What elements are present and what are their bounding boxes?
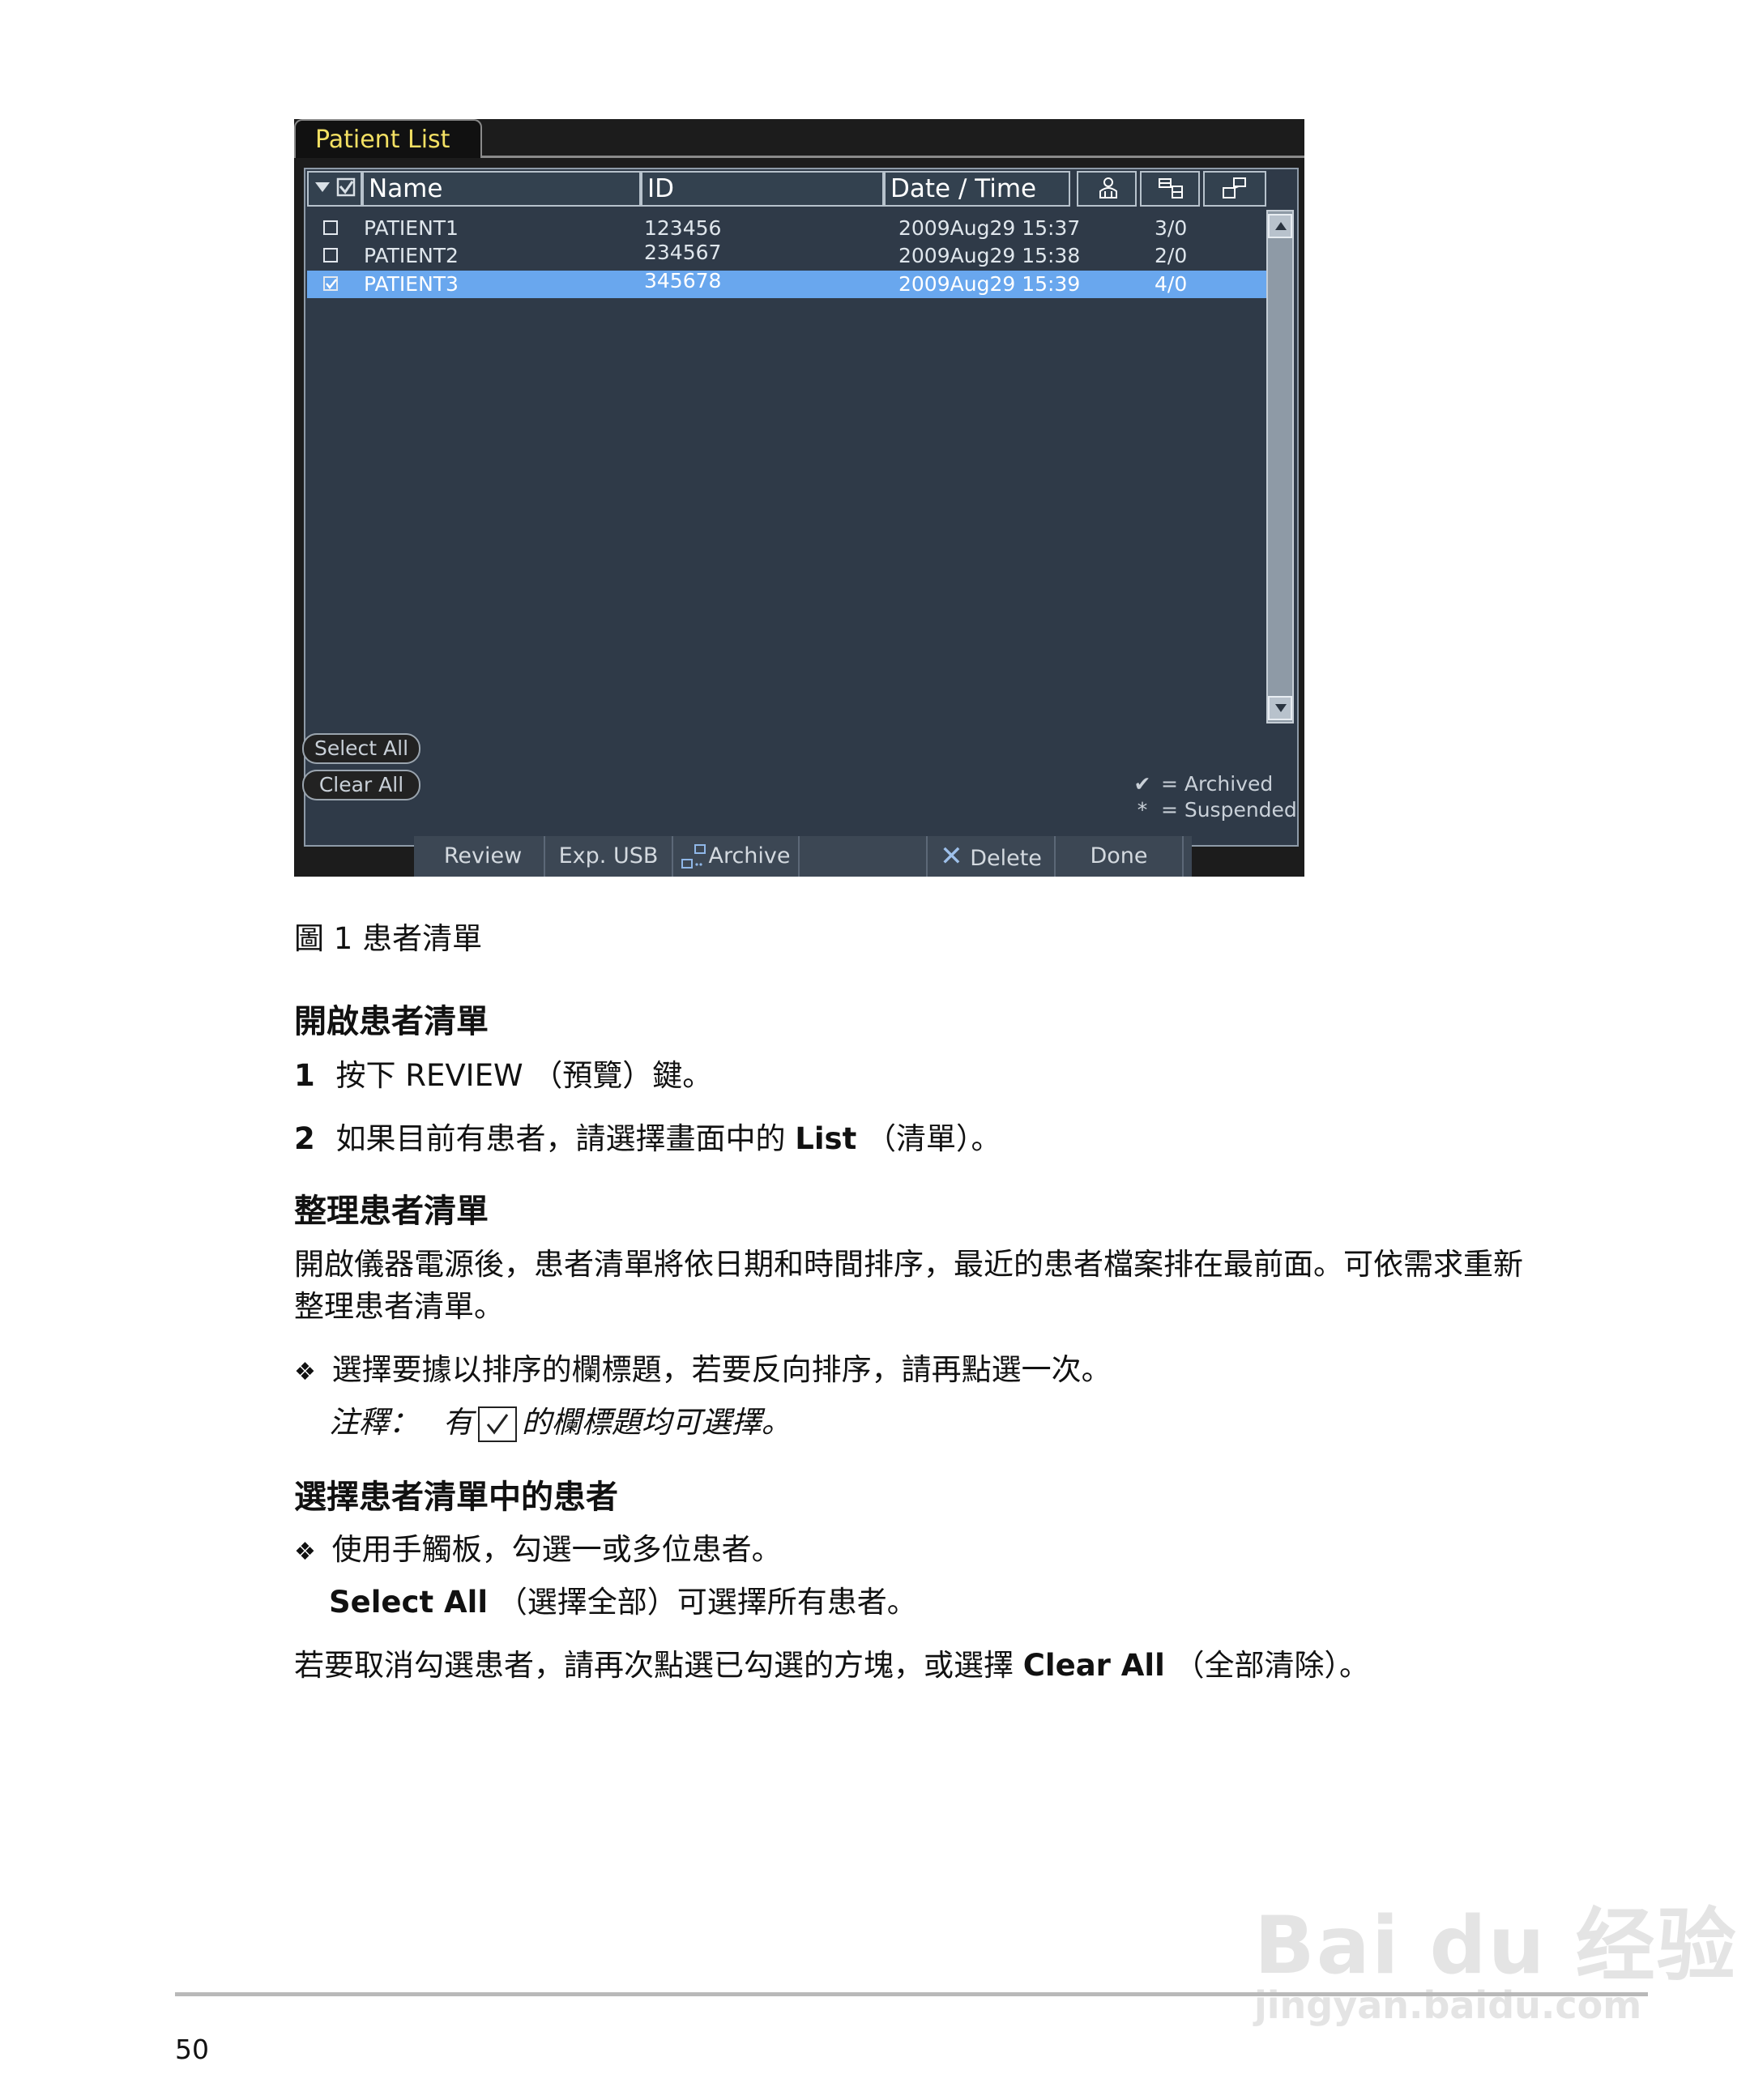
sort-bullet-text: 選擇要據以排序的欄標題，若要反向排序，請再點選一次。	[331, 1352, 1112, 1387]
note-label: 注釋：	[329, 1405, 419, 1440]
clear-paragraph: 若要取消勾選患者，請再次點選已勾選的方塊，或選擇 Clear All （全部清除…	[294, 1641, 1369, 1684]
patient-list-screenshot: Patient List Name ID Date / Time PATIENT…	[294, 119, 1304, 877]
legend-archived-label: = Archived	[1160, 772, 1274, 796]
clear-bold: Clear All	[1022, 1648, 1165, 1683]
note-pre: 有	[442, 1405, 473, 1440]
step-1-number: 1	[294, 1058, 315, 1093]
checkbox-icon	[477, 1406, 517, 1442]
column-header-archive[interactable]	[1203, 171, 1266, 207]
diamond-bullet-icon: ❖	[294, 1538, 316, 1566]
sort-bullet: ❖ 選擇要據以排序的欄標題，若要反向排序，請再點選一次。	[294, 1345, 1112, 1389]
sort-note: 注釋： 有 的欄標題均可選擇。	[329, 1398, 792, 1442]
delete-x-icon: ✕	[940, 840, 963, 873]
archive-column-icon	[1223, 177, 1246, 198]
column-header-name[interactable]: Name	[362, 171, 641, 207]
row-name: PATIENT3	[364, 272, 459, 296]
row-count: 2/0	[1155, 244, 1188, 267]
scroll-down-button[interactable]	[1268, 696, 1292, 720]
page-number: 50	[175, 2034, 209, 2065]
column-id-label: ID	[647, 174, 675, 203]
scroll-up-button[interactable]	[1268, 214, 1292, 238]
row-checkbox-checked[interactable]	[323, 276, 338, 291]
row-id: 234567	[644, 241, 722, 264]
scrollbar-track[interactable]	[1266, 210, 1294, 723]
legend-suspended-label: = Suspended	[1160, 798, 1297, 822]
row-date: 2009Aug29 15:37	[898, 216, 1081, 240]
select-column-header[interactable]	[307, 171, 362, 207]
archive-button[interactable]: Archive	[673, 836, 800, 877]
exam-icon	[1159, 178, 1183, 198]
step-1-text: 按下 REVIEW （預覽）鍵。	[335, 1058, 713, 1093]
column-header-exams[interactable]	[1140, 171, 1200, 207]
review-button[interactable]: Review	[422, 836, 545, 877]
column-header-patient[interactable]	[1077, 171, 1137, 207]
baidu-watermark-url: jingyan.baidu.com	[1254, 1983, 1642, 2027]
select-all-text: （選擇全部）可選擇所有患者。	[488, 1585, 917, 1620]
footer-rule	[175, 1992, 1648, 1996]
check-icon	[326, 279, 337, 289]
step-2: 2 如果目前有患者，請選擇畫面中的 List （清單）。	[294, 1114, 1001, 1158]
step-2-post: （清單）。	[856, 1121, 1001, 1156]
row-count: 3/0	[1155, 216, 1188, 240]
row-checkbox[interactable]	[323, 220, 338, 235]
btnbar-spacer	[414, 836, 422, 877]
row-name: PATIENT2	[364, 244, 459, 267]
empty-button-slot	[800, 836, 928, 877]
clear-pre: 若要取消勾選患者，請再次點選已勾選的方塊，或選擇	[294, 1648, 1023, 1683]
delete-button[interactable]: ✕ Delete	[928, 836, 1056, 877]
select-all-note: Select All （選擇全部）可選擇所有患者。	[329, 1577, 917, 1621]
section-title-open-list: 開啟患者清單	[294, 1003, 489, 1040]
suspended-star-icon: *	[1137, 798, 1148, 822]
select-bullet-text: 使用手觸板，勾選一或多位患者。	[331, 1532, 782, 1567]
row-checkbox[interactable]	[323, 248, 338, 262]
done-button[interactable]: Done	[1056, 836, 1184, 877]
arrow-up-icon	[1275, 222, 1287, 230]
baidu-watermark-logo: Bai du 经验	[1254, 1900, 1738, 1992]
row-date: 2009Aug29 15:39	[898, 272, 1081, 296]
select-bullet: ❖ 使用手觸板，勾選一或多位患者。	[294, 1525, 782, 1569]
legend-archived: ✔ = Archived	[1130, 772, 1274, 796]
table-row-selected[interactable]: PATIENT3 345678 2009Aug29 15:39 4/0	[307, 269, 1268, 298]
tab-patient-list[interactable]: Patient List	[294, 119, 482, 158]
patient-icon	[1099, 177, 1117, 198]
action-button-bar: Review Exp. USB Archive ✕ Delete Done	[414, 836, 1192, 877]
row-count: 4/0	[1155, 272, 1188, 296]
archive-icon	[681, 843, 706, 869]
figure-caption: 圖 1 患者清單	[294, 921, 483, 956]
exp-usb-button[interactable]: Exp. USB	[545, 836, 673, 877]
archive-label: Archive	[708, 843, 791, 869]
row-name: PATIENT1	[364, 216, 459, 240]
row-id: 123456	[644, 216, 722, 240]
table-row[interactable]: PATIENT1 123456 2009Aug29 15:37 3/0	[307, 215, 1268, 242]
arrow-down-icon	[1275, 704, 1287, 712]
table-row[interactable]: PATIENT2 234567 2009Aug29 15:38 2/0	[307, 241, 1268, 270]
sort-paragraph-line2: 整理患者清單。	[294, 1289, 504, 1324]
row-date: 2009Aug29 15:38	[898, 244, 1081, 267]
column-name-label: Name	[369, 174, 443, 203]
diamond-bullet-icon: ❖	[294, 1358, 316, 1386]
select-all-bold: Select All	[329, 1585, 489, 1620]
sort-select-icon	[315, 177, 356, 197]
delete-label: Delete	[970, 846, 1042, 871]
step-2-number: 2	[294, 1121, 315, 1156]
step-1: 1 按下 REVIEW （預覽）鍵。	[294, 1051, 712, 1095]
archived-check-icon: ✔	[1133, 772, 1151, 796]
section-title-sort-list: 整理患者清單	[294, 1193, 489, 1230]
step-2-bold: List	[795, 1121, 857, 1156]
row-id: 345678	[644, 269, 722, 292]
column-header-date-time[interactable]: Date / Time	[884, 171, 1070, 207]
tab-title: Patient List	[315, 126, 450, 154]
step-2-text: 如果目前有患者，請選擇畫面中的	[335, 1121, 796, 1156]
tab-divider	[482, 156, 1304, 158]
clear-all-button[interactable]: Clear All	[302, 770, 420, 800]
note-post: 的欄標題均可選擇。	[521, 1405, 792, 1440]
legend-suspended: * = Suspended	[1130, 798, 1297, 822]
column-date-label: Date / Time	[890, 174, 1037, 203]
clear-post: （全部清除）。	[1164, 1648, 1370, 1683]
sort-paragraph-line1: 開啟儀器電源後，患者清單將依日期和時間排序，最近的患者檔案排在最前面。可依需求重…	[294, 1247, 1523, 1282]
select-all-button[interactable]: Select All	[302, 733, 420, 764]
section-title-select-patients: 選擇患者清單中的患者	[294, 1479, 618, 1516]
column-header-id[interactable]: ID	[641, 171, 884, 207]
